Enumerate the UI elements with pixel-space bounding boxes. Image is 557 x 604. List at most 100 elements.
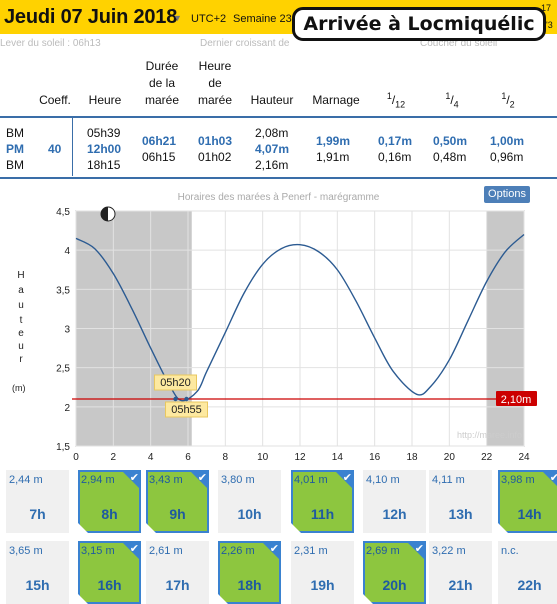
hour-tile[interactable]: ✔ 3,15 m 16h [78,541,141,604]
x-tick-label: 10 [257,452,269,460]
hour-tile[interactable]: ✔ 2,26 m 18h [218,541,281,604]
tile-hour: 9h [169,506,186,522]
hour-tile[interactable]: ✔ 3,43 m 9h [146,470,209,533]
heure-3: 18h15 [87,158,121,172]
threshold-label: 2,10m [501,394,532,406]
tile-hour: 14h [517,506,542,522]
marnage-1: 1,99m [316,134,351,148]
heure-maree-2: 01h02 [198,150,232,164]
tile-height: 2,69 m [366,545,400,557]
moon-phase-text: Dernier croissant de [200,38,290,49]
hour-tile[interactable]: ✔ 4,01 m 11h [291,470,354,533]
col-half: 1/2 [501,91,515,110]
col-quarter: 1/4 [445,91,459,110]
row-type-1: BM [6,126,24,140]
quarter-1: 0,50m [433,134,468,148]
col-heure-maree: Heure de marée [197,59,232,107]
hour-tile[interactable]: ✔4,10 m12h [363,470,426,533]
marnage-2: 1,91m [316,150,350,164]
tile-hour: 12h [382,506,407,522]
tile-hour: 22h [517,577,542,593]
tile-corner-cut [146,523,156,533]
tile-height: 2,31 m [294,545,328,557]
tile-height: 2,94 m [81,474,115,486]
hour-tile[interactable]: ✔ 2,69 m 20h [363,541,426,604]
tile-hour: 11h [310,506,335,522]
col-coeff: Coeff. [39,93,71,107]
hour-tile[interactable]: ✔2,31 m19h [291,541,354,604]
hour-tile[interactable]: ✔3,22 m21h [429,541,492,604]
tile-hour: 15h [25,577,50,593]
row-type-2: PM [6,142,24,156]
row-type-3: BM [6,158,24,172]
hour-tile[interactable]: ✔2,44 m7h [6,470,69,533]
marker1-dot [173,396,178,402]
hour-tile[interactable]: ✔ 3,98 m 14h [498,470,557,533]
hour-tile[interactable]: ✔2,61 m17h [146,541,209,604]
hauteur-1: 2,08m [255,126,289,140]
tile-corner-cut [291,523,301,533]
col-twelfth: 1/12 [386,91,406,110]
utc-label: UTC+2 [191,13,227,25]
quarter-2: 0,48m [433,150,467,164]
tile-hour: 8h [101,506,118,522]
table-vert-divider [72,118,73,176]
heure-maree-1: 01h03 [198,134,233,148]
hour-tile[interactable]: ✔3,80 m10h [218,470,281,533]
tile-hour: 21h [448,577,473,593]
tile-hour: 16h [97,577,122,593]
watermark: http://maree.info [457,430,522,440]
y-tick-label: 2 [64,403,70,414]
tile-height: 3,80 m [221,474,255,486]
tile-corner-cut [78,523,88,533]
tile-height: 2,26 m [221,545,255,557]
tile-corner-cut [498,523,508,533]
x-tick-label: 14 [332,452,344,460]
tide-chart[interactable]: 0 2 4 6 8 10 12 14 16 18 20 22 241,522,533,544,52,10… [0,200,557,460]
tile-height: 4,01 m [294,474,328,486]
x-tick-label: 2 [111,452,117,460]
week-label: Semaine 23 [233,13,292,25]
hauteur-3: 2,16m [255,158,289,172]
tile-height: 3,15 m [81,545,115,557]
half-1: 1,00m [490,134,525,148]
date-dropdown-icon[interactable]: ▼ [173,13,182,23]
hauteur-2: 4,07m [255,142,290,156]
x-tick-label: 12 [294,452,306,460]
y-tick-label: 4 [64,246,70,257]
duree-1: 06h21 [142,134,177,148]
tile-height: 3,22 m [432,545,466,557]
hour-tile[interactable]: ✔3,65 m15h [6,541,69,604]
hour-tile[interactable]: ✔n.c.22h [498,541,557,604]
y-tick-label: 3,5 [56,285,70,296]
x-tick-label: 16 [369,452,381,460]
marker1-label: 05h20 [160,377,191,389]
twelfth-1: 0,17m [378,134,413,148]
x-tick-label: 18 [406,452,418,460]
x-tick-label: 22 [481,452,493,460]
x-tick-label: 4 [148,452,154,460]
col-heure: Heure [88,93,122,107]
table-top-divider [0,116,557,118]
tile-hour: 13h [448,506,473,522]
hour-tile[interactable]: ✔ 2,94 m 8h [78,470,141,533]
date-title[interactable]: Jeudi 07 Juin 2018 [4,6,177,29]
x-tick-label: 20 [444,452,456,460]
tile-height: 3,43 m [149,474,183,486]
tile-height: 4,11 m [432,474,465,486]
tile-hour: 7h [29,506,46,522]
x-tick-label: 6 [185,452,191,460]
half-2: 0,96m [490,150,524,164]
tile-height: 3,98 m [501,474,535,486]
coeff-value: 40 [48,142,62,156]
arrival-callout: Arrivée à Locmiquélic [292,7,546,41]
tile-hour: 10h [237,506,262,522]
tile-height: 2,61 m [149,545,183,557]
col-hauteur: Hauteur [250,93,294,107]
tile-height: 2,44 m [9,474,43,486]
tile-hour: 19h [310,577,335,593]
tile-height: 3,65 m [9,545,43,557]
hour-tile[interactable]: ✔4,11 m13h [429,470,492,533]
heure-1: 05h39 [87,126,121,140]
y-tick-label: 2,5 [56,364,70,375]
